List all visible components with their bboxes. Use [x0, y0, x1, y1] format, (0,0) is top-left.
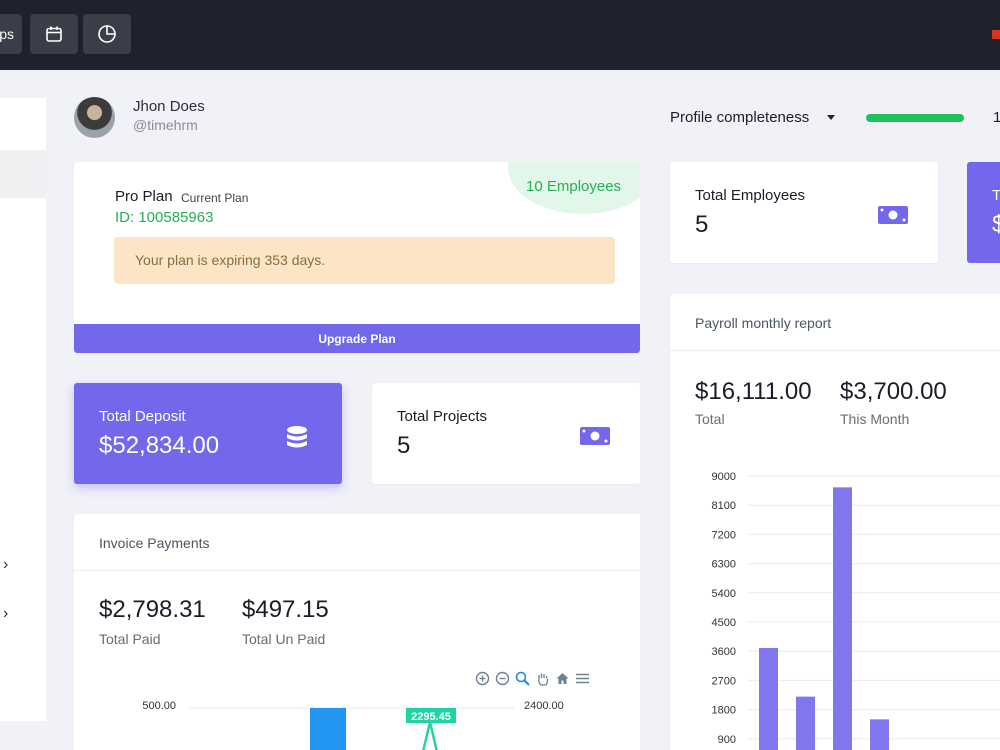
user-name: Jhon Does: [133, 98, 205, 115]
money-bill-icon: [580, 427, 610, 445]
payroll-total-value: $16,111.00: [695, 378, 812, 405]
chart-bar: [833, 487, 852, 750]
y-tick-label: 4500: [712, 617, 736, 629]
payroll-total-label: Total: [695, 411, 725, 427]
payroll-month-value: $3,700.00: [840, 378, 947, 405]
chart-bar: [796, 696, 815, 750]
plan-name: Pro Plan: [115, 188, 173, 205]
chart-toolbar: [474, 670, 591, 687]
menu-icon[interactable]: [574, 670, 591, 687]
y-tick-label: 7200: [712, 529, 736, 541]
money-bill-icon: [878, 206, 908, 224]
payroll-month-label: This Month: [840, 411, 910, 427]
stat-value: 5: [695, 211, 709, 238]
card-header: Invoice Payments: [74, 514, 640, 571]
total-paid-label: Total Paid: [99, 631, 161, 647]
card-title: Invoice Payments: [99, 535, 210, 551]
plan-expiry-alert: Your plan is expiring 353 days.: [114, 237, 615, 284]
search-zoom-icon[interactable]: [514, 670, 531, 687]
nav-button-partial[interactable]: ps: [0, 14, 22, 54]
avatar[interactable]: [74, 97, 115, 138]
pan-hand-icon[interactable]: [534, 670, 551, 687]
y-tick-label: 2700: [712, 675, 736, 687]
profile-progress-fill: [866, 114, 964, 122]
profile-progress-value: 1: [993, 109, 1000, 126]
stat-value: $: [992, 211, 1000, 238]
sidebar-item-active[interactable]: [0, 150, 46, 198]
home-icon[interactable]: [554, 670, 571, 687]
stat-card-partial: T $: [967, 162, 1000, 263]
y-tick-label: 8100: [712, 500, 736, 512]
zoom-out-icon[interactable]: [494, 670, 511, 687]
y-tick-label: 9000: [712, 471, 736, 483]
invoice-chart: 500.00 2400.00 2295.45: [142, 700, 564, 750]
upgrade-plan-button[interactable]: Upgrade Plan: [74, 324, 640, 353]
y-tick-label: 900: [718, 734, 736, 746]
stat-label: Total Employees: [695, 187, 806, 204]
y-tick-label: 6300: [712, 559, 736, 571]
zoom-in-icon[interactable]: [474, 670, 491, 687]
nav-button-label: ps: [0, 26, 14, 42]
top-navbar: ps: [0, 0, 1000, 70]
y-tick-label: 1800: [712, 705, 736, 717]
calendar-button[interactable]: [30, 14, 78, 54]
plan-card: 10 Employees Pro Plan Current Plan ID: 1…: [74, 162, 640, 353]
total-unpaid-label: Total Un Paid: [242, 631, 326, 647]
total-employees-card: Total Employees 5: [670, 162, 938, 263]
reports-button[interactable]: [83, 14, 131, 54]
plan-id: ID: 100585963: [115, 209, 214, 226]
stat-value: 5: [397, 432, 411, 459]
caret-down-icon[interactable]: [827, 115, 835, 120]
calendar-icon: [46, 26, 62, 42]
y-tick-label: 5400: [712, 588, 736, 600]
y-tick-label: 3600: [712, 646, 736, 658]
stat-value: $52,834.00: [99, 432, 220, 459]
current-plan-label: Current Plan: [181, 191, 249, 205]
chart-bar: [870, 719, 889, 750]
annotation-label: 2295.45: [411, 711, 451, 723]
profile-progress-bar: [866, 114, 964, 122]
chart-line: [422, 721, 438, 750]
pie-chart-icon: [98, 25, 116, 43]
stat-label: Total Projects: [397, 408, 488, 425]
total-paid-value: $2,798.31: [99, 596, 206, 623]
invoice-payments-card: Invoice Payments $2,798.31 Total Paid $4…: [74, 514, 640, 750]
y-tick-label-left: 500.00: [142, 700, 176, 712]
chevron-right-icon[interactable]: ›: [3, 556, 8, 574]
chevron-right-icon[interactable]: ›: [3, 605, 8, 623]
payroll-report-card: Payroll monthly report $16,111.00 Total …: [670, 294, 1000, 750]
employees-badge: 10 Employees: [526, 178, 622, 195]
stat-label: T: [992, 187, 1000, 204]
user-handle: @timehrm: [133, 117, 198, 133]
profile-completeness-dropdown[interactable]: Profile completeness: [670, 109, 809, 126]
sidebar: › ›: [0, 98, 46, 721]
chart-bar: [310, 708, 346, 750]
card-header: Payroll monthly report: [670, 294, 1000, 351]
total-projects-card: Total Projects 5: [372, 383, 640, 484]
stat-label: Total Deposit: [99, 408, 186, 425]
chart-bar: [759, 647, 778, 750]
y-tick-label-right: 2400.00: [524, 700, 564, 712]
flag-icon[interactable]: [992, 30, 1000, 39]
total-deposit-card: Total Deposit $52,834.00: [74, 383, 342, 484]
card-title: Payroll monthly report: [695, 315, 832, 331]
total-unpaid-value: $497.15: [242, 596, 329, 623]
payroll-chart: 9000 8100 7200 6300 5400 4500 3600 2700 1800 900: [712, 471, 1000, 750]
database-icon: [287, 426, 307, 448]
